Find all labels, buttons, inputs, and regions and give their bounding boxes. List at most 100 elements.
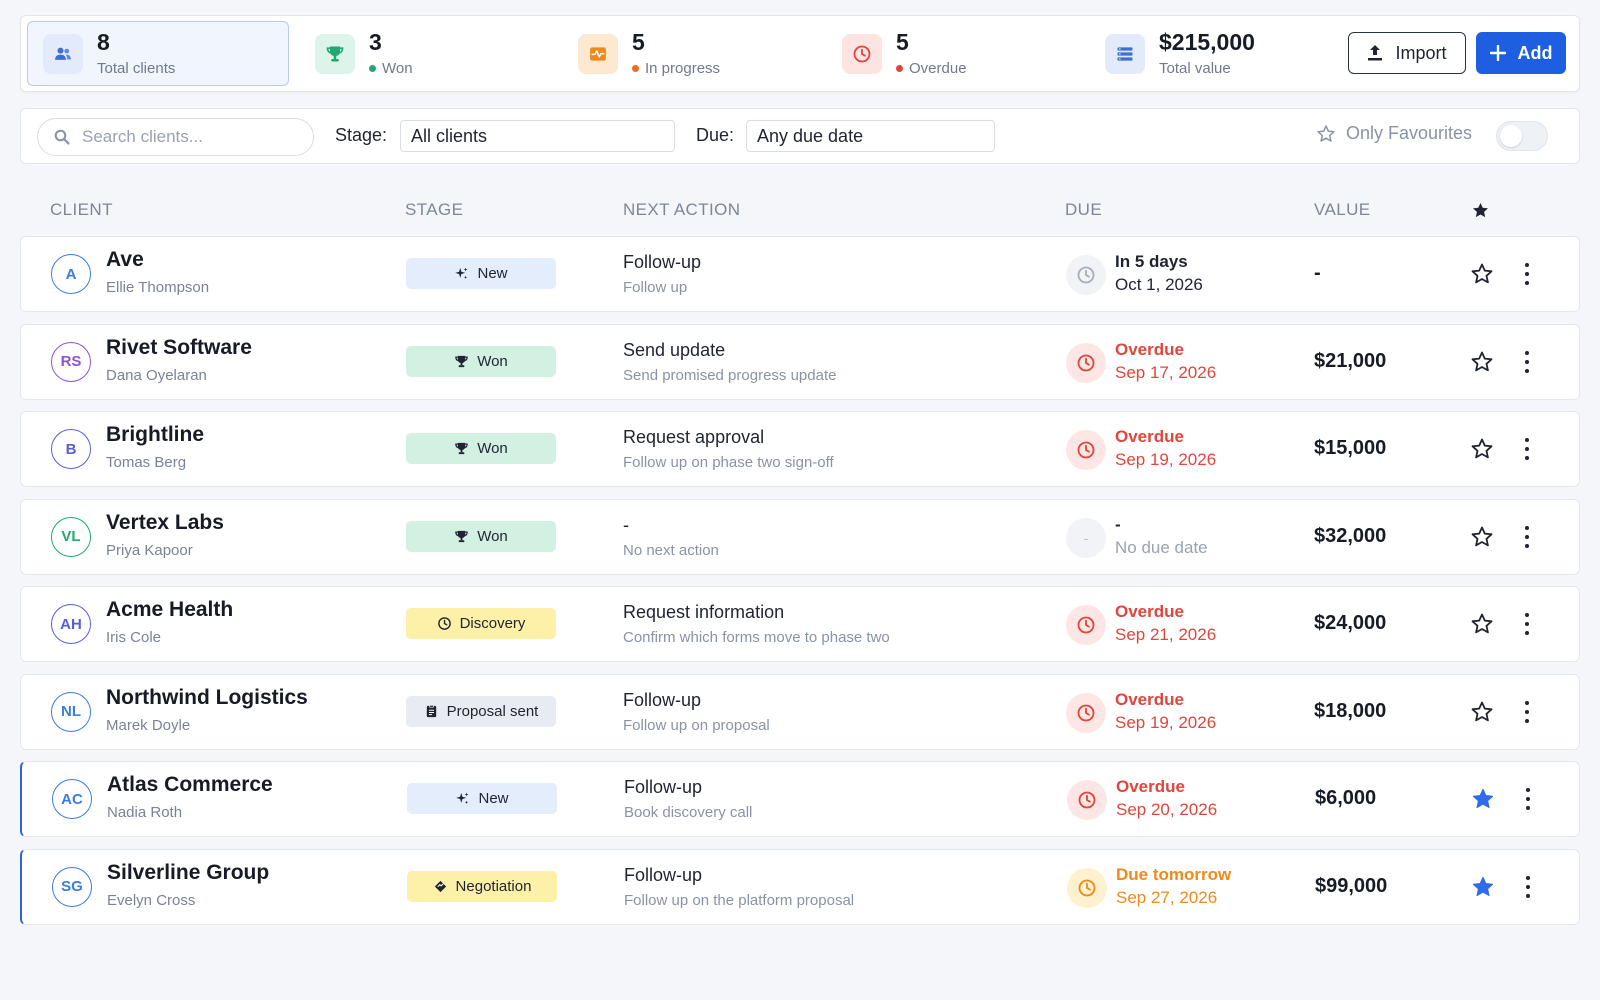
dot (1526, 788, 1530, 792)
dot (1525, 447, 1529, 451)
stat-in-progress[interactable]: 5 In progress (563, 21, 825, 86)
due-select[interactable]: Any due date (746, 120, 995, 152)
status-dot (896, 65, 903, 72)
star-filled-icon[interactable] (1471, 875, 1495, 899)
due-indicator (1066, 255, 1106, 295)
stage-label: Won (477, 527, 508, 545)
due-date: No due date (1115, 537, 1208, 557)
sparkle-icon (456, 792, 469, 804)
more-options-icon[interactable] (1522, 263, 1532, 285)
next-action-title: Follow-up (623, 689, 702, 710)
stage-badge: New (407, 783, 557, 814)
stat-won[interactable]: 3 Won (300, 21, 562, 86)
more-options-icon[interactable] (1522, 438, 1532, 460)
star-outline-icon[interactable] (1470, 700, 1494, 724)
table-row[interactable]: B Brightline Tomas Berg Won Request approval… (20, 411, 1580, 487)
client-contact: Evelyn Cross (107, 891, 196, 909)
clock-icon (1077, 266, 1095, 284)
avatar: B (51, 429, 91, 469)
only-favourites-filter[interactable]: Only Favourites (1316, 123, 1472, 144)
column-header-client[interactable]: CLIENT (50, 200, 113, 220)
table-row[interactable]: A Ave Ellie Thompson New Follow-up Follow up I… (20, 236, 1580, 312)
stat-total-clients[interactable]: 8 Total clients (27, 21, 289, 86)
dot (1526, 875, 1530, 880)
stat-icon-box (842, 33, 882, 74)
search-input[interactable] (82, 127, 302, 147)
due-date: Sep 20, 2026 (1116, 800, 1218, 819)
stage-badge: Proposal sent (406, 695, 556, 727)
sparkle-icon (455, 267, 468, 279)
star-outline-icon[interactable] (1470, 350, 1494, 374)
more-options-icon[interactable] (1522, 700, 1532, 723)
deal-value: $6,000 (1315, 787, 1377, 809)
client-name[interactable]: Silverline Group (107, 861, 269, 885)
table-row[interactable]: NL Northwind Logistics Marek Doyle Proposal… (20, 673, 1580, 750)
column-header-next-action[interactable]: NEXT ACTION (623, 200, 740, 220)
due-status: Overdue (1115, 602, 1184, 621)
column-header-due[interactable]: DUE (1065, 200, 1102, 220)
table-row[interactable]: VL Vertex Labs Priya Kapoor Won - No next act… (20, 498, 1580, 575)
table-row[interactable]: RS Rivet Software Dana Oyelaran Won Send upd… (20, 323, 1580, 400)
client-name[interactable]: Acme Health (106, 598, 233, 622)
more-options-icon[interactable] (1522, 613, 1532, 635)
due-date: Sep 17, 2026 (1115, 362, 1217, 382)
status-dot (369, 65, 376, 72)
stat-text: 5 In progress (632, 31, 720, 76)
stat-label: Won (369, 61, 413, 76)
filter-bar: Stage: All clients Due: Any due date Onl… (20, 108, 1580, 164)
stats-bar: Import Add 8 Total clients 3 Won 5 In progres… (20, 15, 1580, 92)
clock-icon (1077, 441, 1095, 459)
dot (1525, 525, 1529, 530)
next-action-detail: Send promised progress update (623, 366, 837, 384)
star-filled-icon[interactable] (1471, 787, 1495, 811)
favourite-column-star-icon[interactable] (1471, 201, 1490, 220)
stage-label: Discovery (459, 615, 526, 632)
star-outline-icon[interactable] (1470, 525, 1494, 549)
star-outline-icon[interactable] (1470, 262, 1494, 286)
client-contact: Marek Doyle (106, 716, 191, 734)
stage-badge: Discovery (406, 608, 556, 639)
table-row[interactable]: AC Atlas Commerce Nadia Roth New Follow-up Bo… (20, 761, 1580, 837)
client-name[interactable]: Atlas Commerce (107, 773, 273, 797)
stat-total-value[interactable]: $215,000 Total value (1090, 21, 1352, 86)
column-header-stage[interactable]: STAGE (405, 200, 463, 220)
add-client-button[interactable]: Add (1476, 32, 1566, 74)
column-header-value[interactable]: VALUE (1314, 200, 1371, 220)
stat-value: 8 (97, 29, 110, 55)
more-options-icon[interactable] (1523, 875, 1533, 898)
stat-text: 3 Won (369, 31, 413, 76)
stat-overdue[interactable]: 5 Overdue (827, 21, 1089, 86)
deal-value: $99,000 (1315, 874, 1388, 897)
due-status: Overdue (1115, 339, 1184, 359)
more-options-icon[interactable] (1522, 350, 1532, 373)
add-label: Add (1517, 42, 1553, 63)
stage-label: New (477, 265, 508, 282)
dot (1525, 622, 1529, 626)
client-name[interactable]: Northwind Logistics (106, 686, 308, 710)
import-button[interactable]: Import (1348, 32, 1466, 74)
due-status: Due tomorrow (1116, 864, 1232, 884)
client-contact: Priya Kapoor (106, 541, 193, 559)
client-name[interactable]: Rivet Software (106, 336, 252, 360)
stage-select[interactable]: All clients (400, 120, 675, 152)
clock-icon (1077, 616, 1095, 634)
table-row[interactable]: SG Silverline Group Evelyn Cross Negotiatio… (20, 848, 1580, 925)
stat-icon-box (315, 33, 355, 74)
due-date: Sep 19, 2026 (1115, 450, 1217, 469)
client-name[interactable]: Ave (106, 248, 144, 272)
due-status: - (1115, 514, 1121, 534)
due-indicator (1067, 780, 1107, 820)
more-options-icon[interactable] (1523, 788, 1533, 810)
dot (1525, 631, 1529, 635)
star-outline-icon[interactable] (1470, 437, 1494, 461)
client-name[interactable]: Vertex Labs (106, 511, 224, 535)
client-name[interactable]: Brightline (106, 423, 204, 447)
search-box[interactable] (37, 118, 314, 156)
table-row[interactable]: AH Acme Health Iris Cole Discovery Request i… (20, 586, 1580, 662)
more-options-icon[interactable] (1522, 525, 1532, 548)
star-outline-icon[interactable] (1470, 612, 1494, 636)
dot (1525, 272, 1529, 276)
dot (1525, 438, 1529, 442)
dot (1525, 456, 1529, 460)
favourites-toggle[interactable] (1496, 121, 1548, 151)
